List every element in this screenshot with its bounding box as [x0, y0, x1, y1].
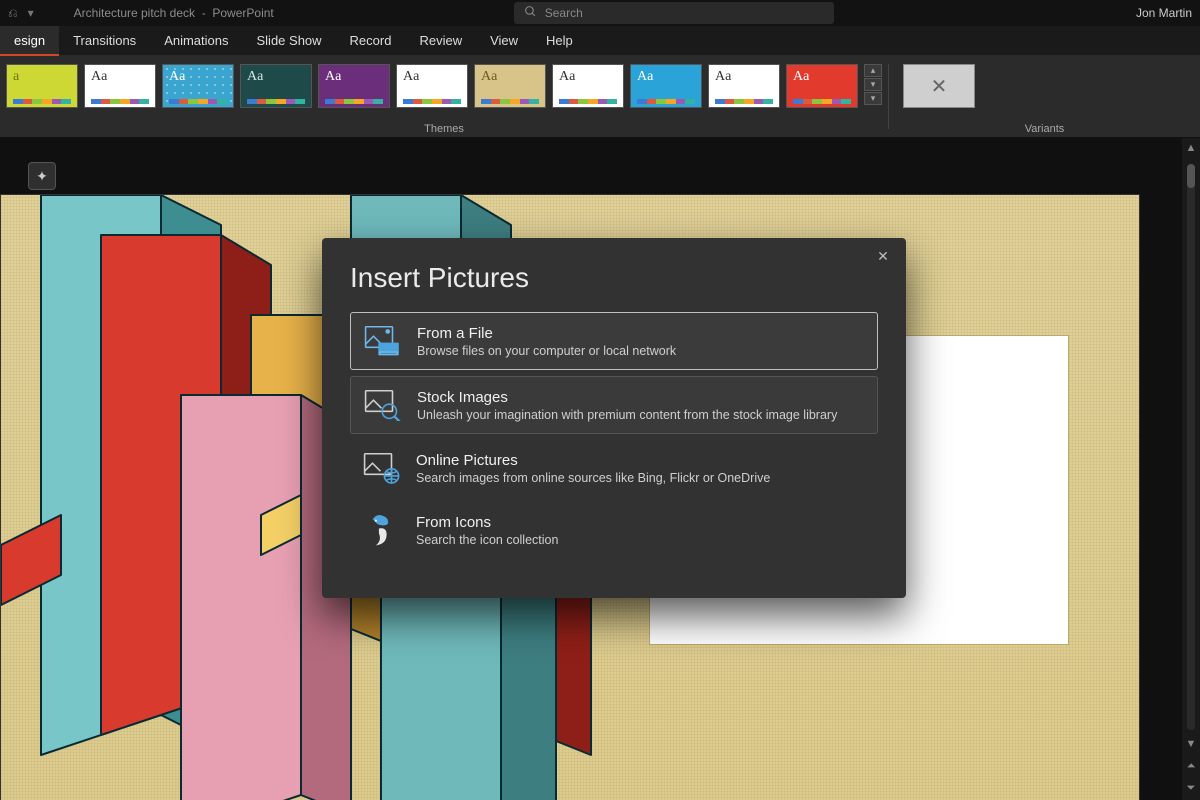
theme-thumb[interactable]: Aa	[786, 64, 858, 108]
option-title: From a File	[417, 325, 865, 342]
themes-group: aAaAaAaAaAaAaAaAaAaAa ▴ ▾ ▾ Themes	[0, 56, 888, 137]
document-title: Architecture pitch deck - PowerPoint	[74, 6, 274, 20]
dialog-title: Insert Pictures	[350, 262, 878, 294]
scroll-down-button[interactable]: ▼	[1184, 738, 1198, 752]
insert-option-online[interactable]: Online Pictures Search images from online…	[350, 440, 878, 496]
stock-icon	[363, 387, 403, 423]
theme-thumb[interactable]: Aa	[396, 64, 468, 108]
tab-help[interactable]: Help	[532, 26, 587, 55]
close-icon: ✕	[877, 248, 889, 264]
option-subtitle: Browse files on your computer or local n…	[417, 344, 865, 358]
ribbon: aAaAaAaAaAaAaAaAaAaAa ▴ ▾ ▾ Themes ✕ Var…	[0, 56, 1200, 138]
insert-option-file[interactable]: From a File Browse files on your computer…	[350, 312, 878, 370]
tab-review[interactable]: Review	[405, 26, 476, 55]
prev-slide-button[interactable]: ⏶	[1184, 760, 1198, 774]
insert-option-stock[interactable]: Stock Images Unleash your imagination wit…	[350, 376, 878, 434]
themes-group-label: Themes	[0, 123, 888, 135]
option-title: Stock Images	[417, 389, 865, 406]
theme-thumb[interactable]: Aa	[318, 64, 390, 108]
theme-thumb[interactable]: Aa	[708, 64, 780, 108]
theme-thumb[interactable]: Aa	[162, 64, 234, 108]
theme-thumb[interactable]: Aa	[474, 64, 546, 108]
online-icon	[362, 450, 402, 486]
scroll-thumb[interactable]	[1187, 164, 1195, 188]
variants-group-label: Variants	[889, 123, 1200, 135]
search-placeholder: Search	[545, 6, 583, 20]
gallery-down-button[interactable]: ▾	[864, 78, 882, 91]
qat-icon[interactable]: ⎌	[8, 6, 18, 21]
option-subtitle: Search the icon collection	[416, 533, 866, 547]
theme-thumb[interactable]: a	[6, 64, 78, 108]
icons-icon	[362, 512, 402, 548]
scroll-up-button[interactable]: ▲	[1184, 142, 1198, 156]
tab-animations[interactable]: Animations	[150, 26, 242, 55]
theme-thumb[interactable]: Aa	[84, 64, 156, 108]
dialog-close-button[interactable]: ✕	[874, 248, 892, 266]
theme-thumb[interactable]: Aa	[630, 64, 702, 108]
gallery-up-button[interactable]: ▴	[864, 64, 882, 77]
sparkle-icon: ✦	[36, 168, 48, 185]
vertical-scrollbar[interactable]: ▲ ▼ ⏶ ⏷	[1182, 138, 1200, 800]
ribbon-tabs: esign Transitions Animations Slide Show …	[0, 26, 1200, 56]
titlebar: ⎌ ▾ Architecture pitch deck - PowerPoint…	[0, 0, 1200, 26]
gallery-more-button[interactable]: ▾	[864, 92, 882, 105]
scroll-track[interactable]	[1187, 164, 1195, 730]
insert-pictures-dialog: ✕ Insert Pictures From a File Browse file…	[322, 238, 906, 598]
themes-gallery-scroll: ▴ ▾ ▾	[864, 64, 882, 105]
next-slide-button[interactable]: ⏷	[1184, 782, 1198, 796]
option-title: From Icons	[416, 514, 866, 531]
tab-slide-show[interactable]: Slide Show	[243, 26, 336, 55]
file-icon	[363, 323, 403, 359]
tab-record[interactable]: Record	[336, 26, 406, 55]
search-box[interactable]: Search	[514, 2, 834, 24]
quick-access-toolbar: ⎌ ▾	[8, 6, 34, 21]
account-name[interactable]: Jon Martin	[1136, 6, 1192, 20]
close-icon: ✕	[931, 74, 948, 99]
option-subtitle: Search images from online sources like B…	[416, 471, 866, 485]
theme-thumb[interactable]: Aa	[552, 64, 624, 108]
variants-group: ✕ Variants	[889, 56, 1200, 137]
tab-transitions[interactable]: Transitions	[59, 26, 150, 55]
tab-design[interactable]: esign	[0, 26, 59, 56]
qat-icon[interactable]: ▾	[28, 6, 34, 20]
option-title: Online Pictures	[416, 452, 866, 469]
variant-thumb[interactable]: ✕	[903, 64, 975, 108]
insert-option-icons[interactable]: From Icons Search the icon collection	[350, 502, 878, 558]
designer-button[interactable]: ✦	[28, 162, 56, 190]
search-icon	[524, 5, 537, 21]
tab-view[interactable]: View	[476, 26, 532, 55]
theme-thumb[interactable]: Aa	[240, 64, 312, 108]
option-subtitle: Unleash your imagination with premium co…	[417, 408, 865, 422]
